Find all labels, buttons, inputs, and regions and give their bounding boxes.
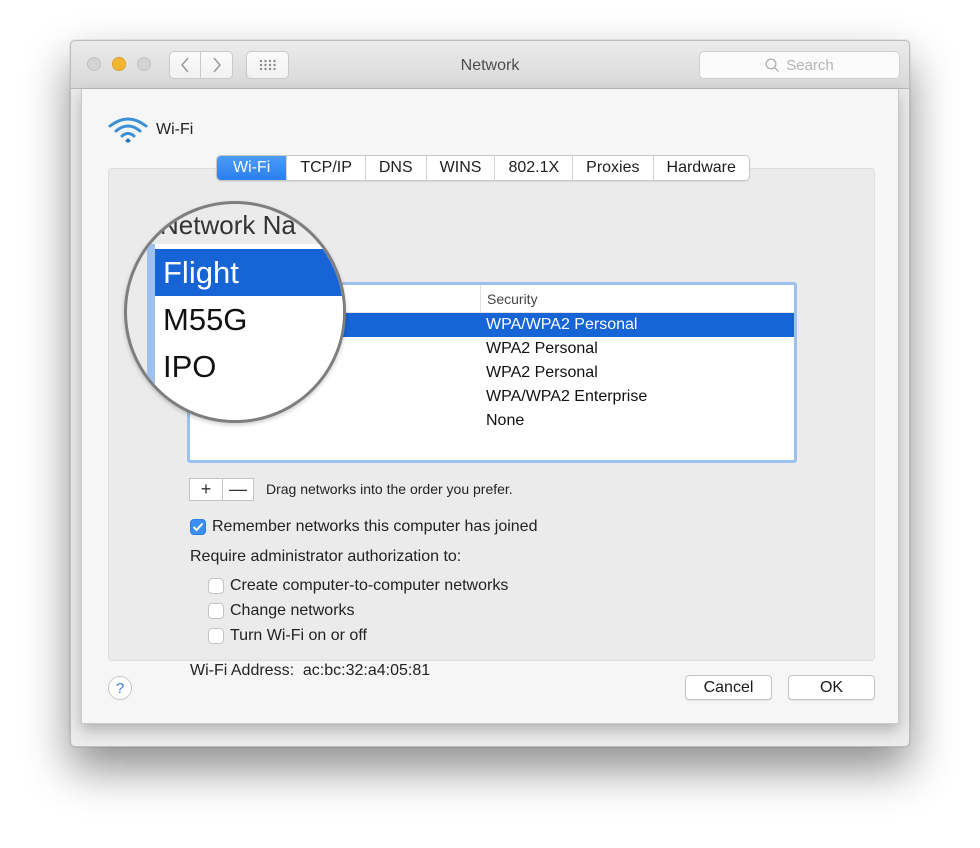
tab-tcpip[interactable]: TCP/IP xyxy=(286,156,365,180)
checkbox[interactable] xyxy=(208,578,224,594)
ok-button[interactable]: OK xyxy=(788,675,875,700)
checkmark-icon xyxy=(192,522,204,532)
wifi-address-label: Wi-Fi Address: xyxy=(190,662,295,679)
tab-dns[interactable]: DNS xyxy=(364,156,426,180)
drag-hint: Drag networks into the order you prefer. xyxy=(266,481,513,497)
network-preferences-window: Network Search Wi-Fi Wi-Fi TCP/IP DNS WI… xyxy=(70,40,910,747)
wifi-address-value: ac:bc:32:a4:05:81 xyxy=(302,662,431,679)
search-placeholder: Search xyxy=(786,56,834,74)
checkbox[interactable] xyxy=(190,519,206,535)
search-field[interactable]: Search xyxy=(699,51,900,79)
tab-wifi[interactable]: Wi-Fi xyxy=(217,156,287,180)
require-admin-label: Require administrator authorization to: xyxy=(190,548,462,565)
checkbox-label: Change networks xyxy=(230,602,355,619)
security-cell: WPA/WPA2 Enterprise xyxy=(486,388,648,405)
add-remove-buttons: + — xyxy=(189,478,254,501)
interface-name: Wi-Fi xyxy=(156,121,194,138)
remember-networks-checkbox[interactable]: Remember networks this computer has join… xyxy=(190,518,537,536)
tab-wins[interactable]: WINS xyxy=(425,156,495,180)
wifi-icon xyxy=(108,117,148,143)
checkbox-label: Create computer-to-computer networks xyxy=(230,577,509,594)
add-network-button[interactable]: + xyxy=(189,478,223,501)
cancel-button[interactable]: Cancel xyxy=(685,675,772,700)
remove-network-button[interactable]: — xyxy=(223,478,254,501)
checkbox[interactable] xyxy=(208,628,224,644)
network-name-cell: IPO xyxy=(163,349,217,384)
column-header-security[interactable]: Security xyxy=(480,285,538,313)
network-name-cell: Flight xyxy=(155,249,343,296)
checkbox-label: Remember networks this computer has join… xyxy=(212,518,538,535)
admin-toggle-wifi-checkbox[interactable]: Turn Wi-Fi on or off xyxy=(208,627,367,645)
admin-create-networks-checkbox[interactable]: Create computer-to-computer networks xyxy=(208,577,508,595)
security-cell: WPA/WPA2 Personal xyxy=(486,316,638,333)
magnified-network-list: Flight M55G IPO xyxy=(147,244,343,420)
checkbox[interactable] xyxy=(208,603,224,619)
security-cell: WPA2 Personal xyxy=(486,340,598,357)
title-bar: Network Search xyxy=(71,41,909,89)
wifi-advanced-sheet: Wi-Fi Wi-Fi TCP/IP DNS WINS 802.1X Proxi… xyxy=(81,89,899,724)
wifi-address: Wi-Fi Address: ac:bc:32:a4:05:81 xyxy=(190,662,430,680)
tab-8021x[interactable]: 802.1X xyxy=(494,156,573,180)
network-name-cell: M55G xyxy=(163,302,248,337)
magnifier-overlay: Network Na Flight M55G IPO xyxy=(124,201,346,423)
checkbox-label: Turn Wi-Fi on or off xyxy=(230,627,367,644)
tab-proxies[interactable]: Proxies xyxy=(572,156,653,180)
security-cell: None xyxy=(486,412,525,429)
tab-hardware[interactable]: Hardware xyxy=(652,156,749,180)
security-cell: WPA2 Personal xyxy=(486,364,598,381)
interface-header: Wi-Fi xyxy=(108,115,193,145)
settings-tabs: Wi-Fi TCP/IP DNS WINS 802.1X Proxies Har… xyxy=(216,155,750,181)
help-button[interactable]: ? xyxy=(108,676,132,700)
admin-change-networks-checkbox[interactable]: Change networks xyxy=(208,602,355,620)
magnified-column-label: Network Na xyxy=(160,210,296,240)
search-icon xyxy=(765,57,780,72)
